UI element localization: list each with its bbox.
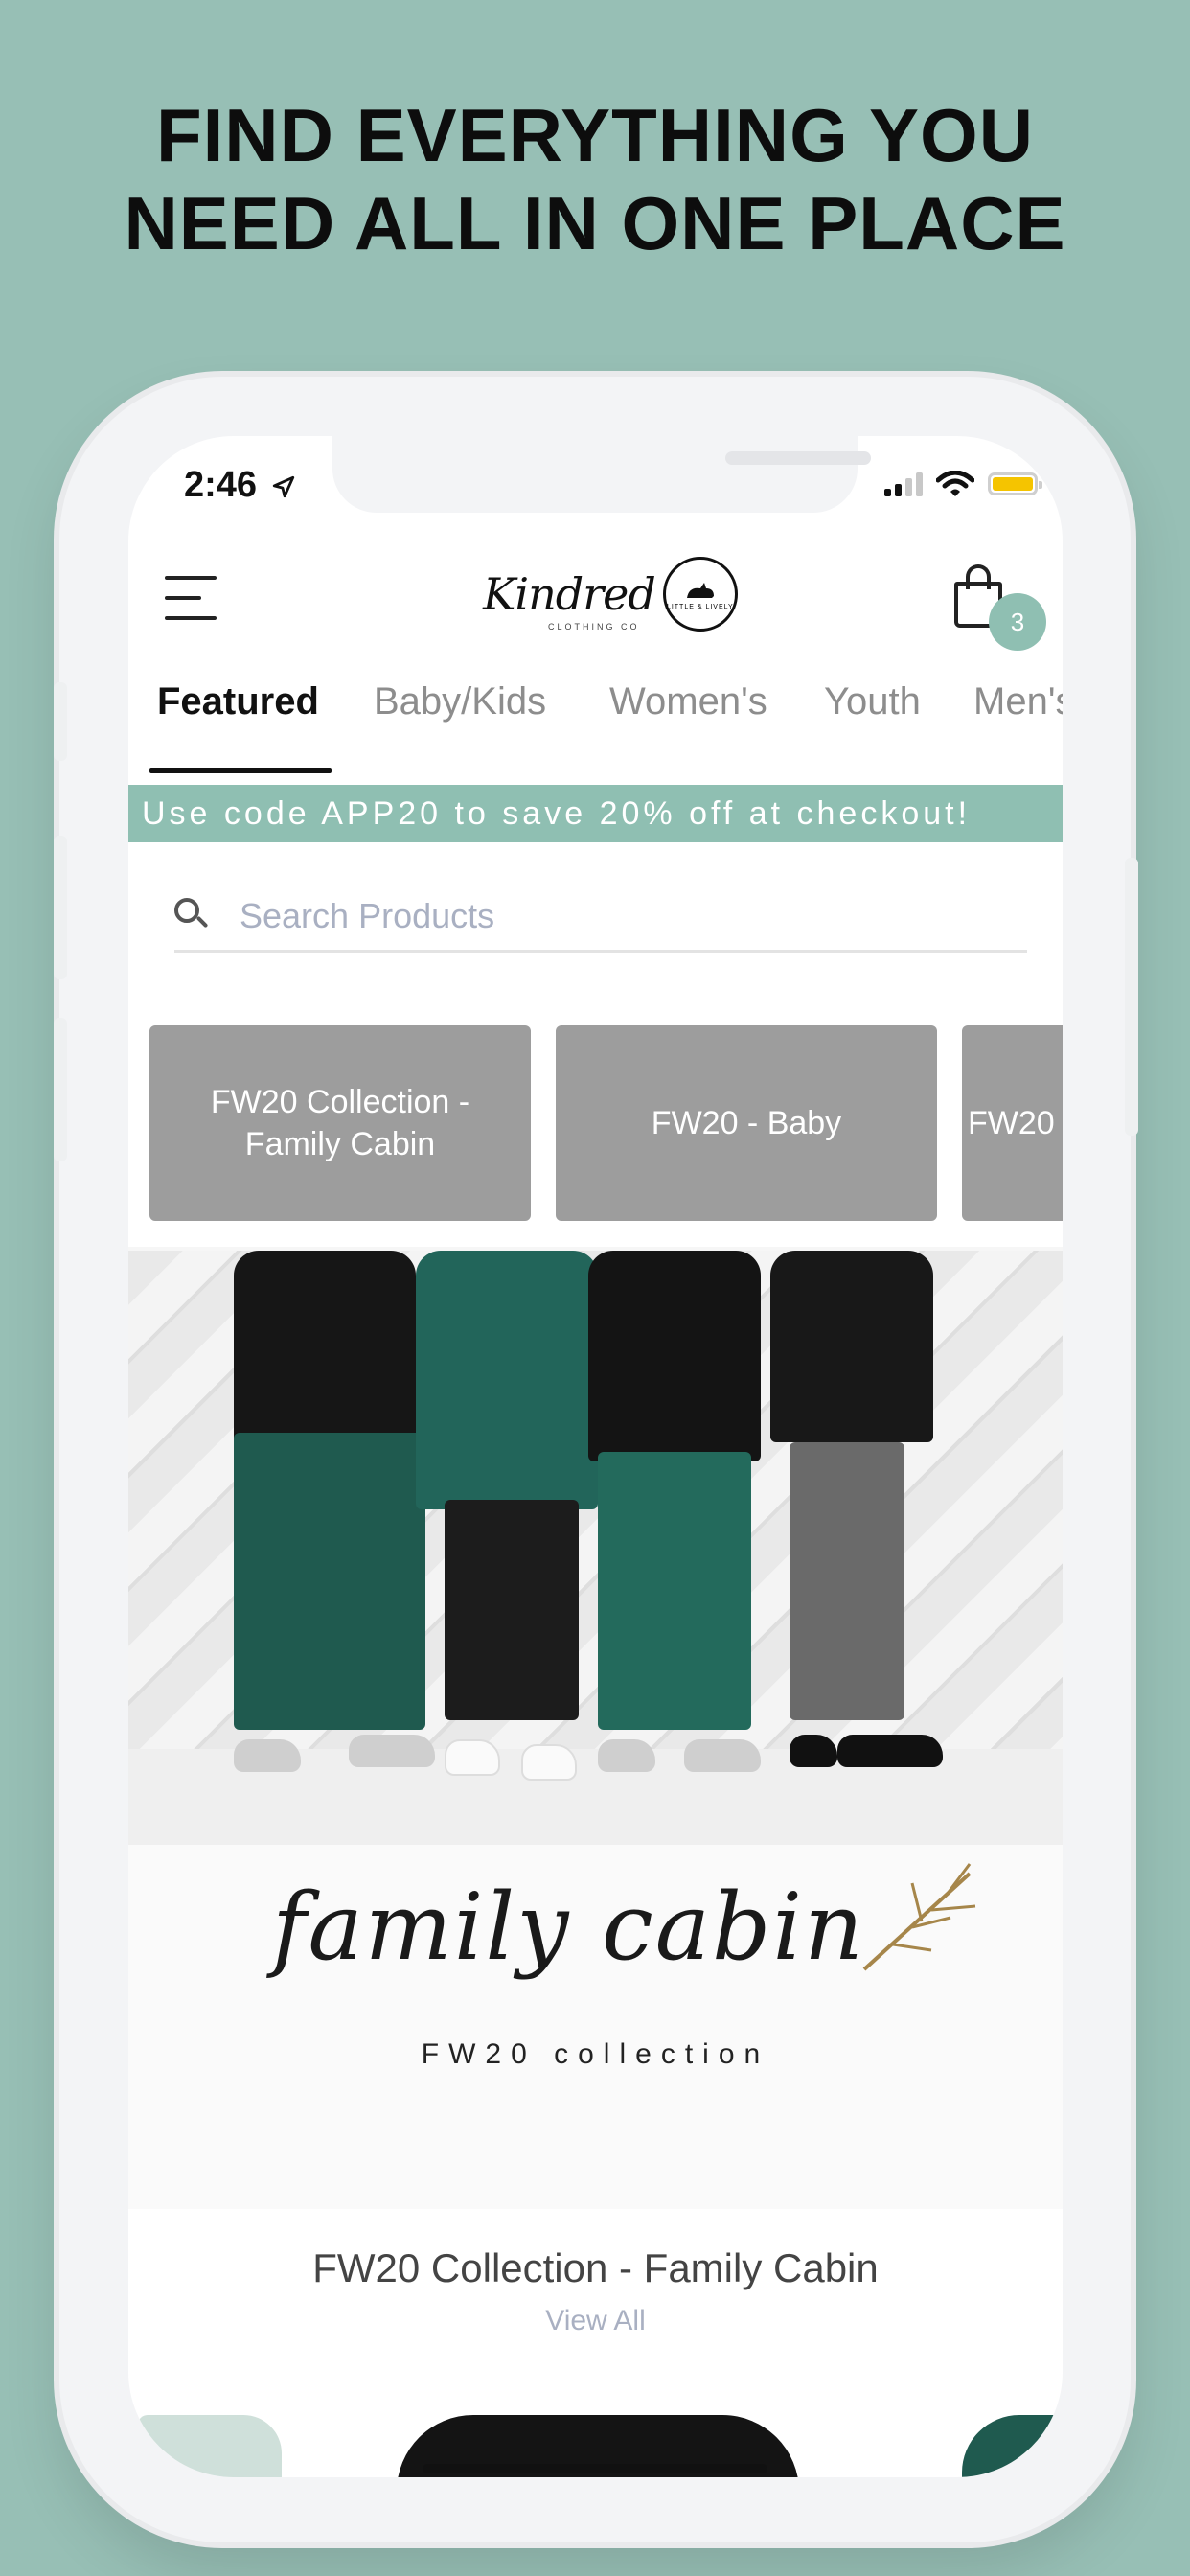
collection-carousel: FW20 Collection - Family Cabin FW20 - Ba… — [149, 1025, 1063, 1223]
hero-subtitle: FW20 collection — [421, 2038, 770, 2070]
headline-line-1: FIND EVERYTHING YOU — [155, 93, 1035, 177]
marketing-headline: FIND EVERYTHING YOU NEED ALL IN ONE PLAC… — [0, 91, 1190, 267]
hero-script-title: family cabin — [272, 1874, 865, 1981]
wifi-icon — [936, 471, 974, 496]
category-tabs: Featured Baby/Kids Women's Youth Men's — [128, 680, 1063, 746]
active-tab-indicator — [149, 768, 332, 773]
brand-logo[interactable]: Kindred CLOTHING CO LITTLE & LIVELY — [483, 557, 738, 632]
phone-volume-up — [54, 836, 67, 979]
status-time-text: 2:46 — [184, 465, 258, 505]
cellular-signal-icon — [884, 472, 923, 496]
promo-banner[interactable]: Use code APP20 to save 20% off at checko… — [128, 785, 1063, 842]
headline-line-2: NEED ALL IN ONE PLACE — [124, 181, 1066, 265]
logo-badge-text: LITTLE & LIVELY — [666, 603, 734, 610]
cart-button[interactable]: 3 — [952, 563, 1046, 651]
status-indicators — [884, 471, 1042, 497]
tab-baby-kids[interactable]: Baby/Kids — [374, 680, 546, 724]
pine-branch-icon — [862, 1863, 976, 1971]
status-time: 2:46 — [184, 465, 296, 506]
collection-title: FW20 Collection - Family Cabin — [312, 2245, 879, 2290]
phone-power-button — [1125, 858, 1138, 1136]
rabbit-logo-icon: LITTLE & LIVELY — [662, 557, 738, 632]
product-thumbnail[interactable] — [962, 2415, 1058, 2477]
tab-featured[interactable]: Featured — [157, 680, 319, 724]
location-arrow-icon — [272, 475, 294, 498]
battery-icon — [988, 472, 1042, 495]
logo-subtitle: CLOTHING CO — [548, 622, 640, 632]
logo-wordmark: Kindred — [483, 568, 656, 620]
product-thumbnail[interactable] — [138, 2415, 282, 2477]
menu-button[interactable] — [165, 576, 217, 624]
home-indicator[interactable] — [423, 2464, 767, 2473]
view-all-link[interactable]: View All — [128, 2305, 1063, 2337]
app-screen: 2:46 Kindred CLOTHING CO LITTLE & LIVELY — [128, 436, 1063, 2477]
phone-silent-switch — [54, 682, 67, 761]
notch — [332, 436, 871, 513]
search-bar[interactable] — [174, 886, 1027, 953]
collection-card[interactable]: FW20 - Baby — [556, 1025, 937, 1221]
collection-card[interactable]: FW20 Collection - Family Cabin — [149, 1025, 531, 1221]
phone-volume-down — [54, 1018, 67, 1162]
collection-card[interactable]: FW20 Collection - Kids — [962, 1025, 1063, 1221]
tab-youth[interactable]: Youth — [824, 680, 921, 724]
tab-mens[interactable]: Men's — [973, 680, 1063, 724]
hero-model — [234, 1251, 435, 1826]
search-icon — [174, 898, 209, 931]
hero-model — [770, 1251, 962, 1826]
cart-count-badge: 3 — [989, 593, 1046, 651]
hero-model — [416, 1251, 598, 1826]
hero-model — [588, 1251, 770, 1826]
tab-womens[interactable]: Women's — [609, 680, 767, 724]
search-input[interactable] — [238, 890, 1008, 942]
speaker-grille — [725, 451, 871, 465]
hero-banner[interactable]: family cabin FW20 collection — [128, 1251, 1063, 2209]
